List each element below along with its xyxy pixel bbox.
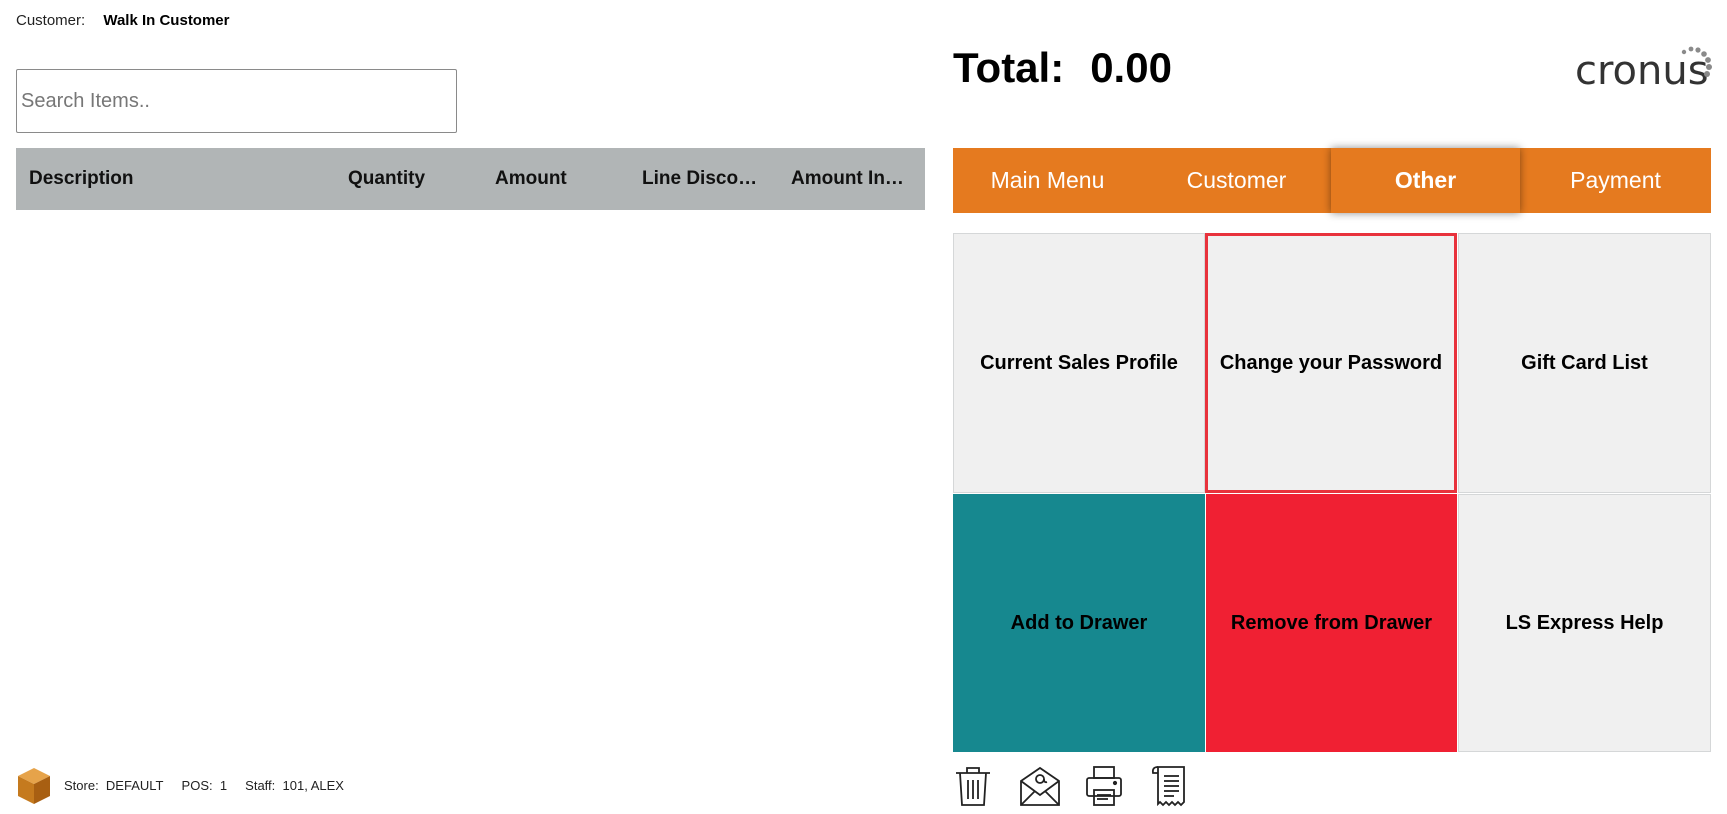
pos-label: POS: xyxy=(181,778,213,793)
logo-dots-icon xyxy=(1681,46,1712,77)
item-table-header: Description Quantity Amount Line Disco… … xyxy=(16,148,925,210)
total-value: 0.00 xyxy=(1090,44,1172,91)
tile-label: Remove from Drawer xyxy=(1230,611,1433,634)
tile-label: Current Sales Profile xyxy=(980,351,1178,374)
customer-info: Customer: Walk In Customer xyxy=(16,12,230,29)
column-description[interactable]: Description xyxy=(29,148,309,210)
cronus-logo: cronus xyxy=(1575,44,1715,94)
current-sales-profile-button[interactable]: Current Sales Profile xyxy=(953,233,1205,493)
store-label: Store: xyxy=(64,778,99,793)
tile-label: Change your Password xyxy=(1219,351,1443,374)
customer-label: Customer: xyxy=(16,12,86,29)
gift-card-list-button[interactable]: Gift Card List xyxy=(1458,233,1711,493)
tab-other[interactable]: Other xyxy=(1331,148,1520,213)
total-label: Total: xyxy=(953,44,1065,91)
store-info: Store: DEFAULT POS: 1 Staff: 101, ALEX xyxy=(64,778,344,793)
column-quantity[interactable]: Quantity xyxy=(348,148,458,210)
email-icon[interactable] xyxy=(1018,764,1062,808)
search-input[interactable] xyxy=(16,69,457,133)
item-table-body xyxy=(16,210,925,750)
printer-icon[interactable] xyxy=(1084,764,1124,808)
staff-label: Staff: xyxy=(245,778,276,793)
column-line-discount[interactable]: Line Disco… xyxy=(642,148,772,210)
tile-label: LS Express Help xyxy=(1505,611,1664,634)
add-to-drawer-button[interactable]: Add to Drawer xyxy=(953,494,1205,752)
receipt-icon[interactable] xyxy=(1150,764,1190,808)
store-value: DEFAULT xyxy=(105,778,164,793)
tab-customer[interactable]: Customer xyxy=(1142,148,1331,213)
total-display: Total: 0.00 xyxy=(953,44,1172,92)
customer-name[interactable]: Walk In Customer xyxy=(103,12,229,29)
pos-value: 1 xyxy=(219,778,228,793)
ls-express-help-button[interactable]: LS Express Help xyxy=(1458,494,1711,752)
trash-icon[interactable] xyxy=(953,764,993,808)
column-amount[interactable]: Amount xyxy=(495,148,605,210)
remove-from-drawer-button[interactable]: Remove from Drawer xyxy=(1206,494,1457,752)
staff-value: 101, ALEX xyxy=(282,778,344,793)
tab-payment[interactable]: Payment xyxy=(1521,148,1710,213)
tile-label: Gift Card List xyxy=(1521,351,1648,374)
tab-main-menu[interactable]: Main Menu xyxy=(953,148,1142,213)
menu-tabs: Main Menu Customer Other Payment xyxy=(953,148,1711,213)
column-amount-incl[interactable]: Amount In… xyxy=(791,148,919,210)
store-box-icon xyxy=(18,768,50,804)
tile-label: Add to Drawer xyxy=(1010,611,1148,634)
change-password-button[interactable]: Change your Password xyxy=(1205,233,1457,493)
